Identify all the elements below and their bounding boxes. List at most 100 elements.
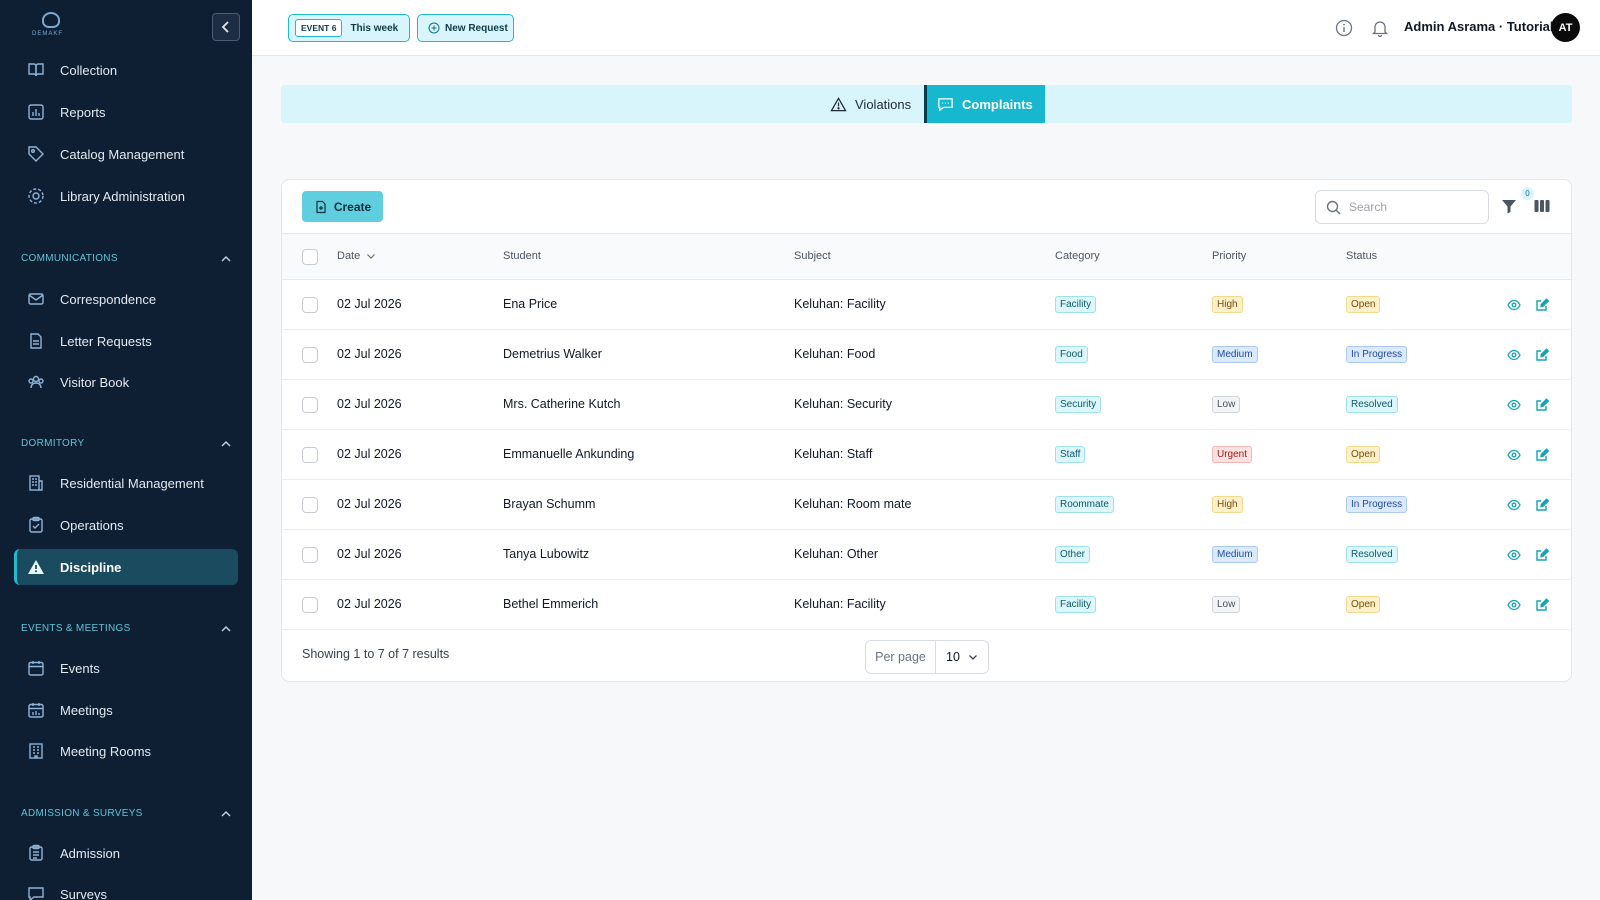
row-checkbox[interactable] — [302, 547, 318, 563]
sidebar-item-surveys[interactable]: Surveys — [14, 876, 238, 900]
sidebar-item-residential-management[interactable]: Residential Management — [14, 465, 238, 501]
view-button[interactable] — [1506, 347, 1522, 363]
section-events-meetings[interactable]: EVENTS & MEETINGS — [21, 623, 231, 634]
section-dormitory[interactable]: DORMITORY — [21, 438, 231, 449]
collapse-sidebar-button[interactable] — [212, 13, 240, 41]
column-label: Priority — [1212, 250, 1247, 262]
event-filter-pill[interactable]: EVENT 6 This week — [288, 14, 410, 42]
category-badge: Roommate — [1055, 496, 1114, 513]
view-button[interactable] — [1506, 597, 1522, 613]
building-icon — [26, 741, 46, 761]
sidebar-item-label: Catalog Management — [60, 146, 185, 162]
notifications-button[interactable] — [1369, 17, 1391, 39]
section-admission-surveys[interactable]: ADMISSION & SURVEYS — [21, 808, 231, 819]
info-button[interactable] — [1333, 17, 1355, 39]
calendar-icon — [26, 658, 46, 678]
sidebar-item-events[interactable]: Events — [14, 650, 238, 686]
tab-complaints[interactable]: Complaints — [924, 85, 1045, 123]
priority-badge: Low — [1212, 396, 1241, 413]
sidebar-item-library-administration[interactable]: Library Administration — [14, 178, 238, 214]
view-button[interactable] — [1506, 297, 1522, 313]
avatar[interactable]: AT — [1551, 13, 1580, 42]
sidebar-item-letter-requests[interactable]: Letter Requests — [14, 323, 238, 359]
edit-button[interactable] — [1534, 347, 1550, 363]
priority-badge: Medium — [1212, 346, 1258, 363]
sidebar-item-label: Events — [60, 660, 100, 676]
edit-button[interactable] — [1534, 397, 1550, 413]
priority-badge: Urgent — [1212, 446, 1253, 463]
cell-date: 02 Jul 2026 — [337, 347, 402, 361]
view-button[interactable] — [1506, 547, 1522, 563]
search-box[interactable] — [1315, 190, 1489, 224]
sidebar-item-catalog-management[interactable]: Catalog Management — [14, 136, 238, 172]
sidebar-item-meeting-rooms[interactable]: Meeting Rooms — [14, 733, 238, 769]
chevron-down-icon — [367, 254, 376, 259]
user-name[interactable]: Admin Asrama · Tutorial — [1404, 19, 1554, 34]
section-title: ADMISSION & SURVEYS — [21, 808, 143, 819]
section-communications[interactable]: COMMUNICATIONS — [21, 253, 231, 264]
section-title: EVENTS & MEETINGS — [21, 623, 131, 634]
view-button[interactable] — [1506, 497, 1522, 513]
document-plus-icon — [314, 200, 328, 214]
table-row[interactable]: 02 Jul 2026 Brayan Schumm Keluhan: Room ma… — [282, 480, 1571, 530]
new-request-button[interactable]: New Request — [417, 14, 514, 42]
table-row[interactable]: 02 Jul 2026 Tanya Lubowitz Keluhan: Other O… — [282, 530, 1571, 580]
row-checkbox[interactable] — [302, 447, 318, 463]
table-row[interactable]: 02 Jul 2026 Bethel Emmerich Keluhan: Facil… — [282, 580, 1571, 630]
edit-button[interactable] — [1534, 447, 1550, 463]
edit-icon — [1536, 498, 1549, 511]
clipboard-icon — [26, 515, 46, 535]
cell-subject: Keluhan: Food — [794, 347, 876, 361]
row-checkbox[interactable] — [302, 597, 318, 613]
search-input[interactable] — [1349, 200, 1469, 214]
view-button[interactable] — [1506, 397, 1522, 413]
sidebar-item-collection[interactable]: Collection — [14, 52, 238, 88]
column-student: Student — [503, 250, 541, 262]
table-row[interactable]: 02 Jul 2026 Mrs. Catherine Kutch Keluhan: … — [282, 380, 1571, 430]
table-row[interactable]: 02 Jul 2026 Demetrius Walker Keluhan: Food… — [282, 330, 1571, 380]
cell-subject: Keluhan: Facility — [794, 297, 886, 311]
sidebar-item-visitor-book[interactable]: Visitor Book — [14, 364, 238, 400]
per-page-select[interactable]: Per page 10 — [865, 640, 989, 674]
edit-button[interactable] — [1534, 547, 1550, 563]
cell-date: 02 Jul 2026 — [337, 547, 402, 561]
tab-label: Complaints — [962, 96, 1033, 112]
sidebar-item-label: Residential Management — [60, 475, 204, 491]
filter-button[interactable] — [1500, 197, 1520, 217]
event-tag: EVENT 6 — [295, 19, 343, 37]
tab-violations[interactable]: Violations — [830, 85, 911, 123]
row-checkbox[interactable] — [302, 347, 318, 363]
columns-button[interactable] — [1533, 197, 1553, 217]
select-all-checkbox[interactable] — [302, 249, 318, 265]
view-button[interactable] — [1506, 447, 1522, 463]
cell-subject: Keluhan: Facility — [794, 597, 886, 611]
column-date[interactable]: Date — [337, 250, 376, 262]
sidebar-item-admission[interactable]: Admission — [14, 835, 238, 871]
row-checkbox[interactable] — [302, 397, 318, 413]
chart-icon — [26, 102, 46, 122]
sidebar-item-operations[interactable]: Operations — [14, 507, 238, 543]
sidebar-item-reports[interactable]: Reports — [14, 94, 238, 130]
sidebar-item-meetings[interactable]: Meetings — [14, 692, 238, 728]
edit-button[interactable] — [1534, 497, 1550, 513]
sidebar-item-correspondence[interactable]: Correspondence — [14, 281, 238, 317]
create-button[interactable]: Create — [302, 191, 383, 222]
row-checkbox[interactable] — [302, 497, 318, 513]
column-label: Student — [503, 250, 541, 262]
per-page-value-box[interactable]: 10 — [936, 641, 988, 673]
table-row[interactable]: 02 Jul 2026 Emmanuelle Ankunding Keluhan: … — [282, 430, 1571, 480]
edit-button[interactable] — [1534, 297, 1550, 313]
sidebar-item-discipline[interactable]: Discipline — [14, 549, 238, 585]
edit-button[interactable] — [1534, 597, 1550, 613]
sidebar-item-label: Admission — [60, 845, 120, 861]
sidebar-header: DEMAKF — [0, 0, 252, 56]
eye-icon — [1507, 499, 1521, 511]
column-status: Status — [1346, 250, 1377, 262]
eye-icon — [1507, 549, 1521, 561]
table-row[interactable]: 02 Jul 2026 Ena Price Keluhan: Facility Fac… — [282, 280, 1571, 330]
eye-icon — [1507, 599, 1521, 611]
document-icon — [26, 331, 46, 351]
cell-student: Tanya Lubowitz — [503, 547, 590, 561]
eye-icon — [1507, 399, 1521, 411]
row-checkbox[interactable] — [302, 297, 318, 313]
